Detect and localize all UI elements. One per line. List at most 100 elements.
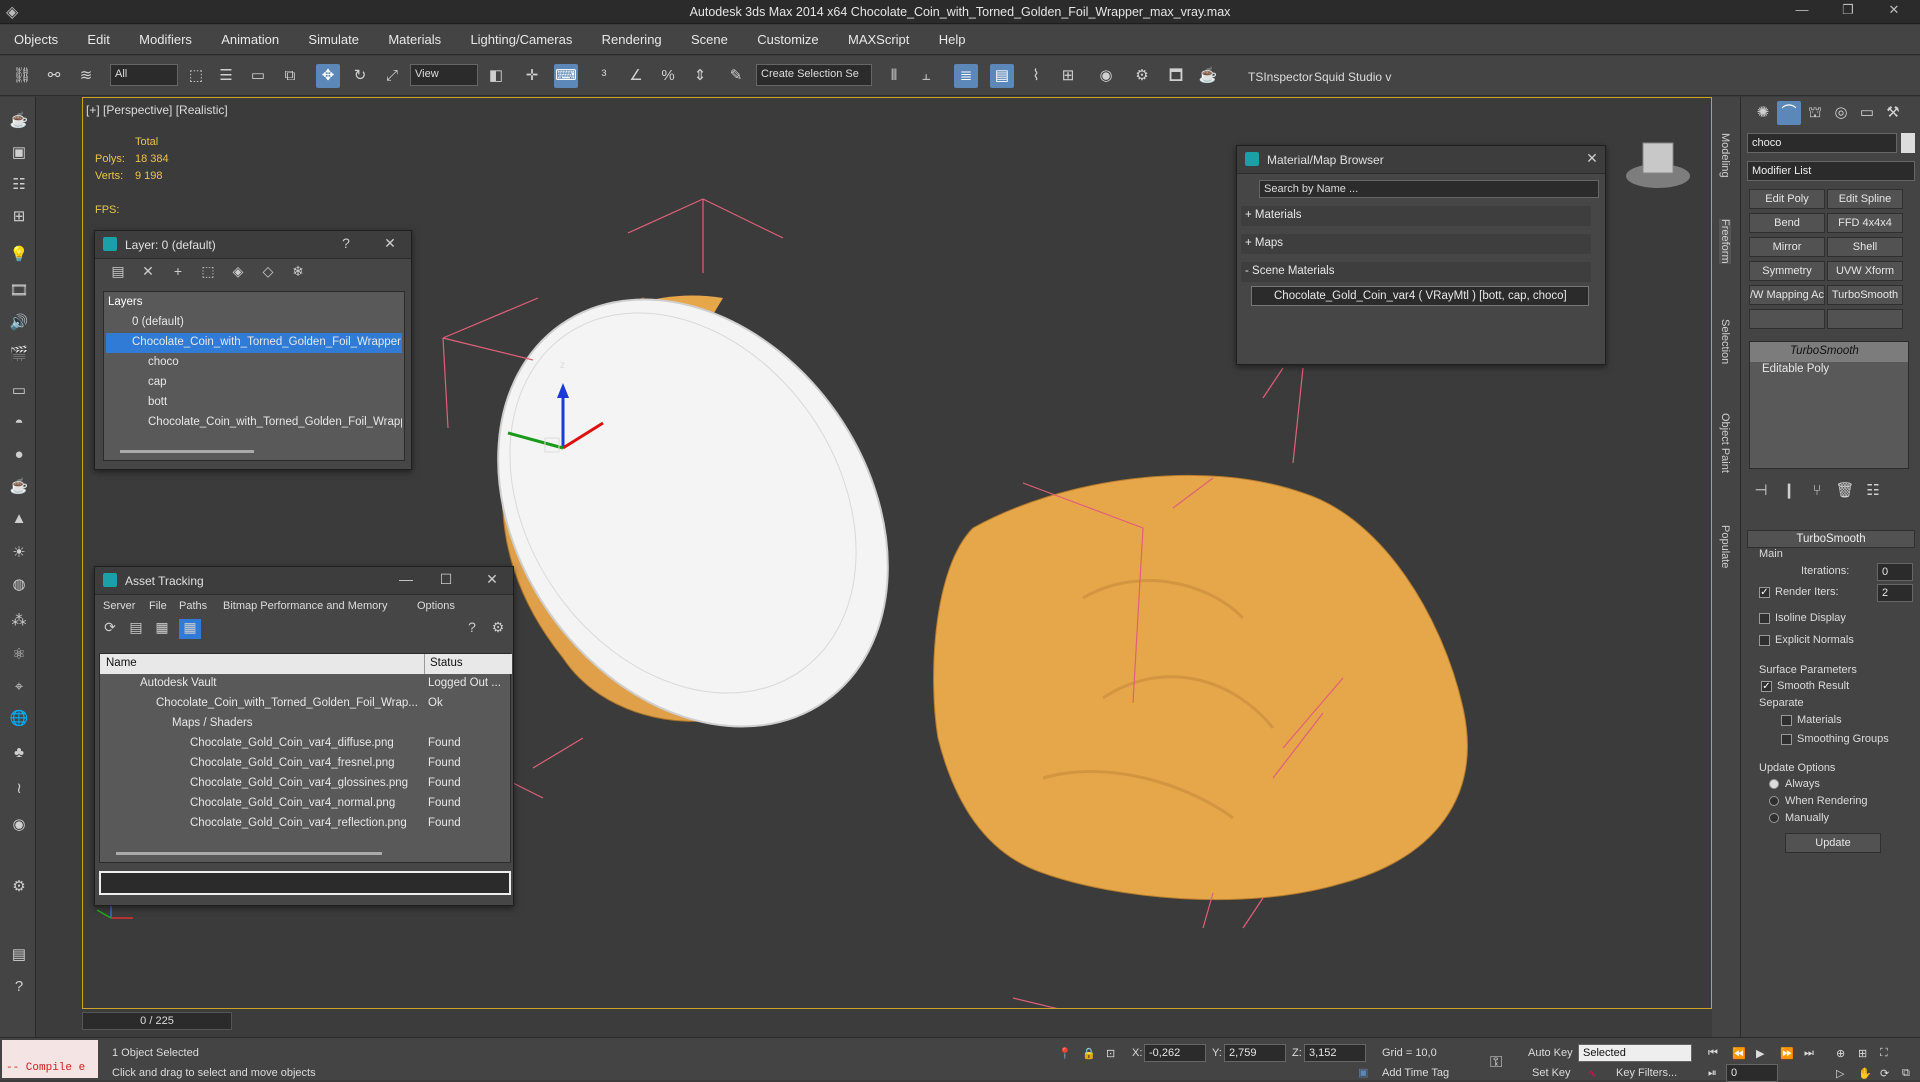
helper-icon[interactable]: ⌖ — [7, 675, 31, 699]
sun-icon[interactable]: ☀ — [7, 541, 31, 565]
empty-button-1[interactable] — [1749, 309, 1825, 329]
zoom-extents-icon[interactable]: ⛶ — [1880, 1047, 1888, 1060]
scene-material-item[interactable]: Chocolate_Gold_Coin_var4 ( VRayMtl ) [bo… — [1251, 286, 1589, 306]
hair-icon[interactable]: ≀ — [7, 777, 31, 801]
absolute-mode-icon[interactable]: ⊡ — [1106, 1047, 1115, 1060]
maximize-viewport-icon[interactable]: ⧉ — [1902, 1067, 1910, 1080]
bind-spacewarp-icon[interactable]: ≋ — [74, 64, 98, 88]
zoom-all-icon[interactable]: ⊞ — [1858, 1047, 1867, 1060]
molecule-icon[interactable]: ⚛ — [7, 643, 31, 667]
tab-modeling[interactable]: Modeling — [1719, 133, 1731, 178]
asset-row-vault[interactable]: Autodesk Vault — [140, 674, 422, 694]
spinner-snap-icon[interactable]: ⇕ — [688, 64, 712, 88]
menu-lighting-cameras[interactable]: Lighting/Cameras — [456, 25, 584, 55]
schematic-view-icon[interactable]: ⊞ — [1056, 64, 1080, 88]
update-button[interactable]: Update — [1785, 833, 1881, 853]
menu-objects[interactable]: Objects — [0, 25, 70, 55]
asset-menu-paths[interactable]: Paths — [179, 600, 207, 612]
asset-close-icon[interactable]: ✕ — [481, 571, 503, 591]
pan-icon[interactable]: ✋ — [1858, 1067, 1872, 1080]
render-iters-checkbox[interactable]: ✓ — [1759, 587, 1770, 598]
current-frame-field[interactable]: 0 — [1726, 1064, 1778, 1082]
stack-editable-poly[interactable]: Editable Poly — [1750, 360, 1908, 380]
edit-poly-button[interactable]: Edit Poly — [1749, 189, 1825, 209]
video-icon[interactable]: 🎞 — [7, 279, 31, 303]
fov-icon[interactable]: ▷ — [1836, 1067, 1844, 1080]
symmetry-button[interactable]: Symmetry — [1749, 261, 1825, 281]
remove-modifier-icon[interactable]: 🗑 — [1833, 479, 1857, 503]
layer-hide-icon[interactable]: ◇ — [257, 263, 279, 283]
asset-menu-server[interactable]: Server — [103, 600, 135, 612]
show-end-result-icon[interactable]: ❙ — [1777, 479, 1801, 503]
ffd-button[interactable]: FFD 4x4x4 — [1827, 213, 1903, 233]
key-filters-icon[interactable]: ∿ — [1588, 1067, 1597, 1080]
select-by-name-icon[interactable]: ☰ — [214, 64, 238, 88]
material-browser-titlebar[interactable]: Material/Map Browser ✕ — [1237, 146, 1605, 174]
asset-row-diffuse[interactable]: Chocolate_Gold_Coin_var4_diffuse.png — [190, 734, 422, 754]
named-selection-set-dropdown[interactable]: Create Selection Se — [756, 64, 872, 86]
menu-customize[interactable]: Customize — [743, 25, 830, 55]
mirror-button[interactable]: Mirror — [1749, 237, 1825, 257]
asset-row-normal[interactable]: Chocolate_Gold_Coin_var4_normal.png — [190, 794, 422, 814]
display-tab-icon[interactable]: ▭ — [1855, 101, 1879, 125]
maxscript-listener[interactable]: -- Compile e — [2, 1040, 98, 1078]
layer-create-icon[interactable]: ▤ — [107, 263, 129, 283]
uvw-mapping-button[interactable]: /W Mapping Ac — [1749, 285, 1825, 305]
menu-animation[interactable]: Animation — [207, 25, 291, 55]
restore-icon[interactable]: ❐ — [1828, 2, 1868, 22]
layer-row-default[interactable]: 0 (default) — [132, 313, 402, 333]
goto-end-icon[interactable]: ⏭ — [1804, 1047, 1814, 1060]
settings-icon[interactable]: ⚙ — [7, 875, 31, 899]
keyboard-shortcut-icon[interactable]: ⌨ — [554, 64, 578, 88]
film-icon[interactable]: 🎬 — [7, 343, 31, 367]
select-scale-icon[interactable]: ⤢ — [380, 64, 404, 88]
set-key-button[interactable]: Set Key — [1532, 1067, 1571, 1079]
curve-editor-icon[interactable]: ⌇ — [1024, 64, 1048, 88]
percent-snap-icon[interactable]: % — [656, 64, 680, 88]
asset-path-field[interactable] — [99, 871, 511, 895]
layer-select-icon[interactable]: ⬚ — [197, 263, 219, 283]
mirror-icon[interactable]: ⫴ — [882, 64, 906, 88]
asset-maximize-icon[interactable]: ☐ — [435, 571, 457, 591]
particles-icon[interactable]: ⁂ — [7, 609, 31, 633]
plane-icon[interactable]: ▭ — [7, 379, 31, 403]
always-radio[interactable] — [1769, 779, 1779, 789]
make-unique-icon[interactable]: ⑂ — [1805, 479, 1829, 503]
orbit-icon[interactable]: ⟳ — [1880, 1067, 1889, 1080]
tab-selection[interactable]: Selection — [1719, 319, 1731, 364]
object-color-swatch[interactable] — [1901, 133, 1915, 153]
layer-help-icon[interactable]: ? — [335, 235, 357, 255]
align-icon[interactable]: ⫠ — [914, 64, 938, 88]
viewcube-icon[interactable] — [1642, 142, 1674, 174]
maps-group[interactable]: + Maps — [1241, 234, 1591, 254]
layer-row-choco[interactable]: choco — [148, 353, 398, 373]
play-icon[interactable]: ▶ — [1756, 1047, 1764, 1060]
render-iters-spinner[interactable]: 2 — [1877, 584, 1913, 602]
pivot-center-icon[interactable]: ◧ — [484, 64, 508, 88]
manipulate-icon[interactable]: ✛ — [520, 64, 544, 88]
angle-snap-icon[interactable]: ∠ — [624, 64, 648, 88]
bend-button[interactable]: Bend — [1749, 213, 1825, 233]
close-icon[interactable]: ✕ — [1874, 2, 1914, 22]
layer-row-bott[interactable]: bott — [148, 393, 398, 413]
motion-tab-icon[interactable]: ◎ — [1829, 101, 1853, 125]
material-search-input[interactable]: Search by Name ... — [1259, 180, 1599, 198]
selection-filter-dropdown[interactable]: All — [110, 64, 178, 86]
asset-row-maps[interactable]: Maps / Shaders — [172, 714, 422, 734]
modify-tab-icon[interactable]: ⌒ — [1777, 101, 1801, 125]
layer-delete-icon[interactable]: ✕ — [137, 263, 159, 283]
unlink-icon[interactable]: ⚯ — [42, 64, 66, 88]
material-editor-icon[interactable]: ◉ — [1094, 64, 1118, 88]
rect-selection-icon[interactable]: ▭ — [246, 64, 270, 88]
edit-named-selection-icon[interactable]: ✎ — [724, 64, 748, 88]
add-time-tag[interactable]: Add Time Tag — [1382, 1067, 1449, 1079]
asset-help-icon[interactable]: ? — [461, 619, 483, 639]
edit-spline-button[interactable]: Edit Spline — [1827, 189, 1903, 209]
next-frame-icon[interactable]: ⏩ — [1780, 1047, 1794, 1060]
object-name-input[interactable]: choco — [1747, 133, 1897, 153]
iterations-spinner[interactable]: 0 — [1877, 563, 1913, 581]
asset-settings-icon[interactable]: ⚙ — [487, 619, 509, 639]
turbosmooth-rollout-title[interactable]: TurboSmooth — [1747, 530, 1915, 548]
layer-close-icon[interactable]: ✕ — [379, 235, 401, 255]
empty-button-2[interactable] — [1827, 309, 1903, 329]
